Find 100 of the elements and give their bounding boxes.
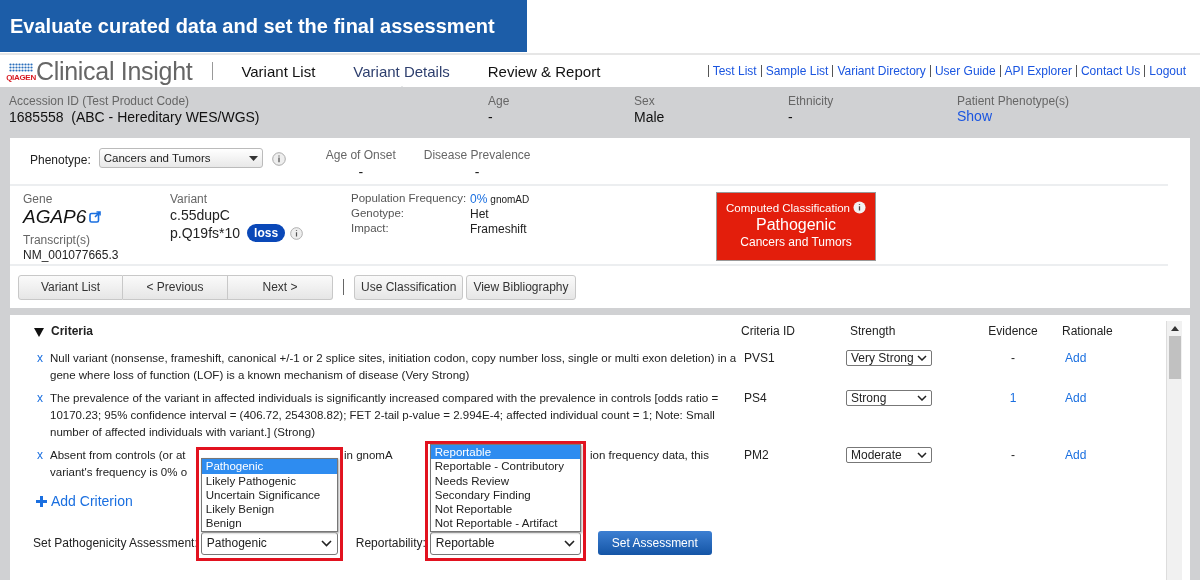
field-label: Sex bbox=[634, 94, 656, 108]
transcript-value: NM_001077665.3 bbox=[23, 248, 120, 262]
loss-badge: loss bbox=[247, 224, 286, 242]
criteria-id: PVS1 bbox=[743, 350, 776, 367]
add-rationale-link[interactable]: Add bbox=[1065, 448, 1087, 462]
chevron-icon bbox=[917, 452, 927, 458]
nav-button[interactable]: < Previous bbox=[123, 274, 228, 300]
field-label: Age bbox=[488, 94, 511, 108]
property-label: Impact: bbox=[351, 222, 390, 236]
dropdown-option[interactable]: Uncertain Significance bbox=[201, 487, 337, 503]
field-value: - bbox=[488, 109, 494, 125]
scrollbar-thumb[interactable] bbox=[1168, 336, 1181, 379]
evidence-link[interactable]: 1 bbox=[1009, 391, 1017, 405]
field-label: Patient Phenotype(s) bbox=[957, 94, 1071, 108]
nav-button[interactable]: Variant List bbox=[18, 274, 123, 300]
field-value: 1685558 (ABC - Hereditary WES/WGS) bbox=[9, 109, 261, 125]
nav-tab[interactable]: Variant List bbox=[241, 62, 316, 80]
nav-button[interactable]: Next > bbox=[228, 274, 333, 300]
field-label: Reportability: bbox=[355, 536, 426, 550]
classification-title: Computed Classification bbox=[726, 201, 850, 214]
property-label: Population Frequency: bbox=[351, 192, 468, 206]
info-icon[interactable] bbox=[290, 226, 304, 240]
variant-label: Variant bbox=[170, 192, 209, 206]
add-rationale-link[interactable]: Add bbox=[1065, 391, 1087, 405]
header-link[interactable]: Logout bbox=[1144, 65, 1190, 77]
criterion-description: Absent from controls (or at bbox=[50, 448, 186, 463]
scrollbar[interactable] bbox=[1166, 321, 1182, 580]
phenotype-dropdown[interactable]: Cancers and Tumors bbox=[98, 148, 263, 168]
dropdown-option[interactable]: Not Reportable - Artifact bbox=[430, 516, 580, 531]
scroll-up-arrow-icon[interactable] bbox=[1170, 326, 1179, 331]
property-value: Frameshift bbox=[470, 222, 527, 236]
cdna-change: c.55dupC bbox=[170, 206, 231, 224]
dropdown-option[interactable]: Secondary Finding bbox=[430, 487, 580, 503]
dropdown-option[interactable]: Likely Benign bbox=[201, 502, 337, 517]
strength-dropdown[interactable]: Very Strong bbox=[846, 350, 932, 366]
criterion-description: ion frequency data, this bbox=[590, 448, 709, 463]
set-assessment-button[interactable]: Set Assessment bbox=[597, 531, 712, 555]
app-name: Clinical Insight bbox=[36, 56, 193, 86]
chevron-icon bbox=[917, 395, 927, 401]
action-button[interactable]: Use Classification bbox=[354, 274, 464, 300]
nav-tab[interactable]: Review & Report bbox=[487, 62, 601, 80]
remove-link[interactable]: x bbox=[34, 447, 50, 464]
collapse-toggle-icon[interactable] bbox=[34, 327, 44, 337]
header-link[interactable]: User Guide bbox=[929, 65, 1000, 77]
remove-link[interactable]: x bbox=[34, 390, 50, 407]
column-header: Criteria ID bbox=[741, 323, 796, 340]
assessment-dropdown[interactable]: Reportable bbox=[429, 531, 581, 555]
dropdown-option[interactable]: Needs Review bbox=[430, 473, 580, 488]
header-link[interactable]: Contact Us bbox=[1075, 65, 1145, 77]
criterion-description: Null variant (nonsense, frameshift, canonical +/-1 or 2 splice sites, initiation codon, copy number loss, single or multi exon deletion) in a gene where loss of function (LOF) is a known mechanism of disease (Very Strong) bbox=[50, 351, 738, 383]
field-value: - bbox=[788, 109, 794, 125]
dropdown-option[interactable]: Not Reportable bbox=[430, 502, 580, 517]
stat-label: Age of Onset bbox=[325, 148, 396, 162]
banner-title: Evaluate curated data and set the final assessment bbox=[0, 0, 527, 52]
header-link[interactable]: Variant Directory bbox=[832, 65, 930, 77]
criteria-id: PM2 bbox=[743, 447, 770, 464]
criteria-id: PS4 bbox=[743, 390, 768, 407]
field-label: Accession ID (Test Product Code) bbox=[9, 94, 191, 108]
stat-value: - bbox=[357, 164, 365, 180]
field-value: Male bbox=[634, 109, 666, 125]
action-button[interactable]: View Bibliography bbox=[466, 274, 576, 300]
strength-dropdown[interactable]: Moderate bbox=[846, 447, 932, 463]
property-value: Het bbox=[470, 207, 489, 221]
assessment-dropdown[interactable]: Pathogenic bbox=[200, 531, 338, 555]
nav-tab[interactable]: Variant Details bbox=[353, 62, 450, 80]
dropdown-option[interactable]: Likely Pathogenic bbox=[201, 473, 337, 488]
criterion-description: variant's frequency is 0% o bbox=[50, 465, 188, 480]
gene-label: Gene bbox=[23, 192, 54, 206]
column-header: Evidence bbox=[987, 323, 1039, 340]
logo-dots-icon bbox=[9, 62, 33, 73]
frequency-link[interactable]: 0% bbox=[470, 192, 488, 206]
criterion-description: in gnomA bbox=[344, 448, 393, 463]
add-criterion-link[interactable]: Add Criterion bbox=[36, 493, 133, 509]
phenotype-label: Phenotype: bbox=[30, 153, 91, 167]
plus-icon bbox=[36, 495, 47, 507]
show-link[interactable]: Show bbox=[957, 108, 993, 124]
chevron-icon bbox=[320, 539, 332, 547]
stat-label: Disease Prevalence bbox=[423, 148, 531, 162]
criteria-title: Criteria bbox=[51, 323, 95, 340]
chevron-icon bbox=[917, 355, 927, 361]
info-icon[interactable] bbox=[853, 201, 866, 214]
dropdown-option[interactable]: Benign bbox=[201, 516, 337, 531]
info-icon[interactable] bbox=[271, 152, 286, 166]
evidence-value: - bbox=[1011, 351, 1015, 365]
logo-text: QIAGEN bbox=[6, 72, 36, 82]
remove-link[interactable]: x bbox=[34, 350, 50, 367]
add-rationale-link[interactable]: Add bbox=[1065, 351, 1087, 365]
strength-dropdown[interactable]: Strong bbox=[846, 390, 932, 406]
criterion-description: The prevalence of the variant in affected individuals is significantly increased compared with the prevalence in controls [odds ratio = 10170.23; 95% confidence interval = (406.72, 254308.82); FET 2-tail p-value = 2.994E-4; affected individual count = 1; Note: Small number of affected individuals with variant.] (Strong) bbox=[50, 391, 720, 440]
header-link[interactable]: Test List bbox=[707, 65, 761, 77]
caret-icon bbox=[248, 155, 258, 161]
dropdown-option[interactable]: Reportable - Contributory bbox=[430, 459, 580, 474]
field-label: Ethnicity bbox=[788, 94, 835, 108]
transcript-label: Transcript(s) bbox=[23, 233, 91, 247]
gene-name[interactable]: AGAP6 bbox=[23, 206, 87, 228]
header-link[interactable]: Sample List bbox=[760, 65, 833, 77]
external-link-icon[interactable] bbox=[89, 211, 102, 223]
field-label: Set Pathogenicity Assessment: bbox=[33, 536, 198, 550]
property-label: Genotype: bbox=[351, 207, 406, 221]
header-link[interactable]: API Explorer bbox=[999, 65, 1076, 77]
